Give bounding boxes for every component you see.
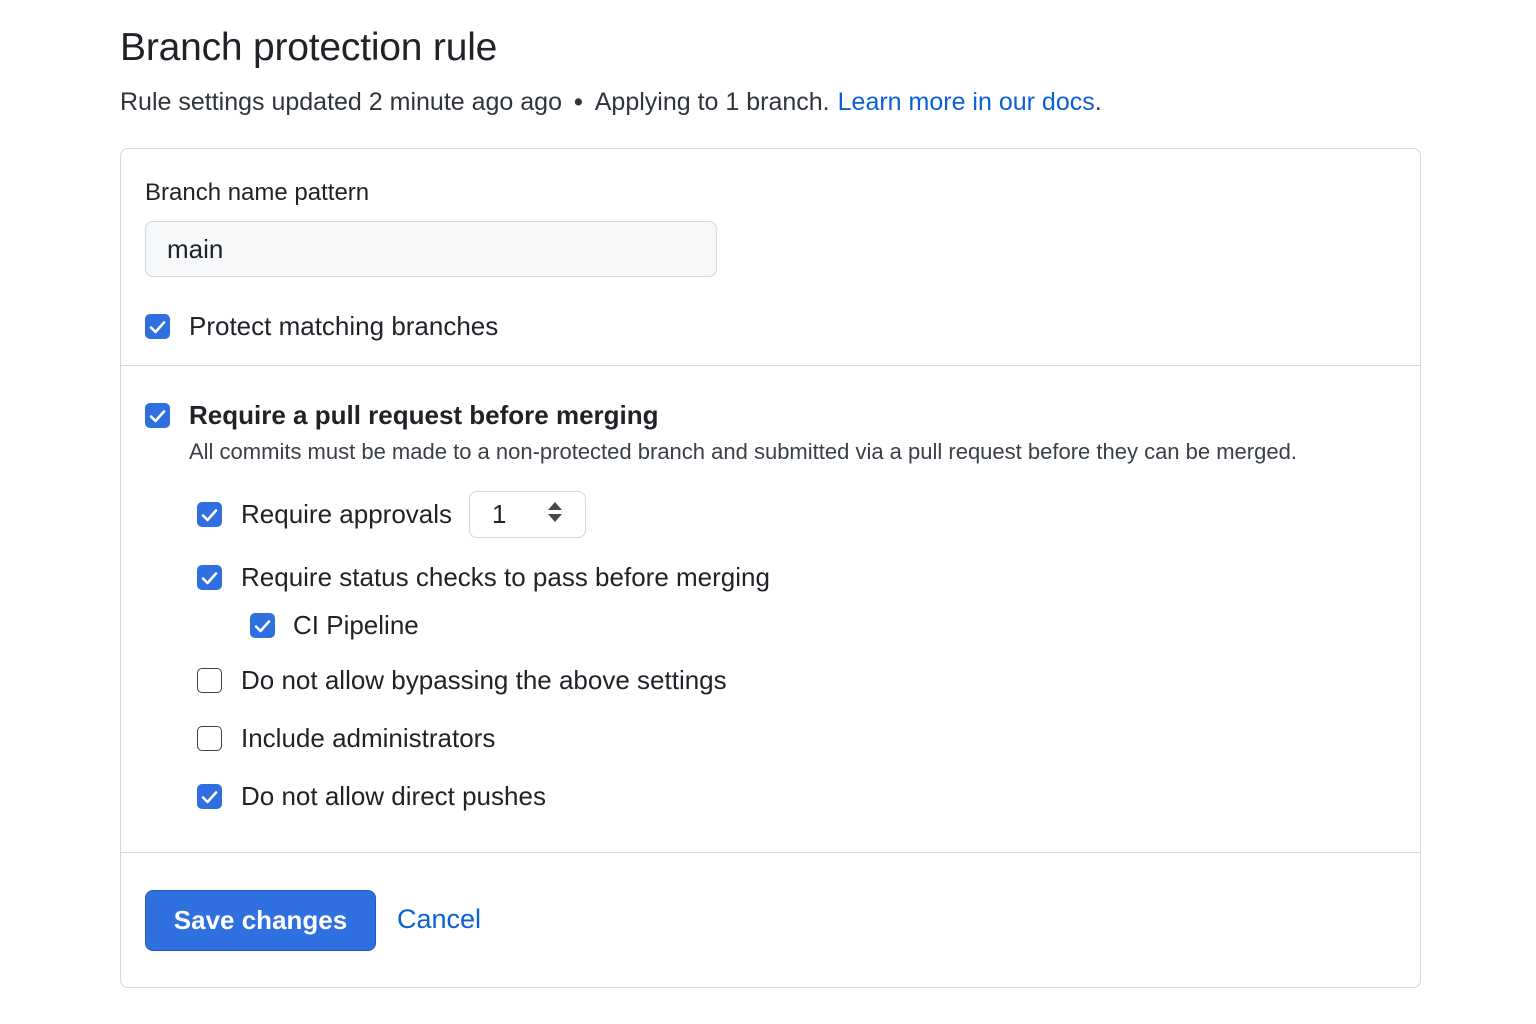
rule-subtitle: Rule settings updated 2 minute ago ago • A… xyxy=(120,88,1102,117)
save-changes-button[interactable]: Save changes xyxy=(145,890,376,951)
require-approvals-row[interactable]: Require approvals 1 xyxy=(197,491,587,538)
ci-pipeline-row[interactable]: CI Pipeline xyxy=(250,610,419,641)
section-divider-2 xyxy=(121,852,1420,853)
no-direct-push-row[interactable]: Do not allow direct pushes xyxy=(197,781,546,812)
require-status-checks-checkbox[interactable] xyxy=(197,565,222,590)
learn-more-period: . xyxy=(1094,88,1102,116)
no-bypass-label: Do not allow bypassing the above setting… xyxy=(241,665,727,695)
no-direct-push-checkbox[interactable] xyxy=(197,784,222,809)
no-bypass-checkbox[interactable] xyxy=(197,668,222,693)
checkmark-icon xyxy=(201,508,218,521)
rule-settings-card: Branch name pattern Protect matching bra… xyxy=(120,148,1421,988)
approvals-count-value: 1 xyxy=(492,499,507,529)
branch-pattern-input[interactable] xyxy=(145,221,717,277)
include-admins-label: Include administrators xyxy=(241,723,496,753)
require-pr-checkbox[interactable] xyxy=(145,403,170,428)
approvals-count-stepper[interactable]: 1 xyxy=(469,491,587,538)
protect-matching-checkbox[interactable] xyxy=(145,314,170,339)
ci-pipeline-label: CI Pipeline xyxy=(293,610,419,640)
checkmark-icon xyxy=(149,320,166,333)
cancel-link[interactable]: Cancel xyxy=(397,904,481,935)
checkmark-icon xyxy=(201,571,218,584)
checkmark-icon xyxy=(254,619,271,632)
no-bypass-row[interactable]: Do not allow bypassing the above setting… xyxy=(197,665,727,696)
require-pr-description: All commits must be made to a non-protec… xyxy=(189,439,1297,464)
stepper-arrows-icon[interactable] xyxy=(547,500,563,529)
protect-matching-row[interactable]: Protect matching branches xyxy=(145,311,498,342)
protect-matching-label: Protect matching branches xyxy=(189,311,499,341)
updated-text: Rule settings updated 2 minute ago ago xyxy=(120,88,562,116)
branch-pattern-label: Branch name pattern xyxy=(145,179,370,206)
learn-more-link[interactable]: Learn more in our docs xyxy=(838,88,1095,116)
include-admins-checkbox[interactable] xyxy=(197,726,222,751)
include-admins-row[interactable]: Include administrators xyxy=(197,723,495,754)
section-divider-1 xyxy=(121,365,1420,366)
require-status-checks-label: Require status checks to pass before mer… xyxy=(241,562,770,592)
ci-pipeline-checkbox[interactable] xyxy=(250,613,275,638)
require-status-checks-row[interactable]: Require status checks to pass before mer… xyxy=(197,562,770,593)
checkmark-icon xyxy=(149,409,166,422)
separator-dot: • xyxy=(573,88,583,116)
require-pr-label: Require a pull request before merging xyxy=(189,400,659,430)
no-direct-push-label: Do not allow direct pushes xyxy=(241,781,546,811)
applying-text: Applying to 1 branch. xyxy=(594,88,830,116)
require-pr-row[interactable]: Require a pull request before merging xyxy=(145,400,659,431)
page-title: Branch protection rule xyxy=(120,26,498,69)
require-approvals-label: Require approvals xyxy=(241,499,453,529)
require-approvals-checkbox[interactable] xyxy=(197,502,222,527)
checkmark-icon xyxy=(201,790,218,803)
